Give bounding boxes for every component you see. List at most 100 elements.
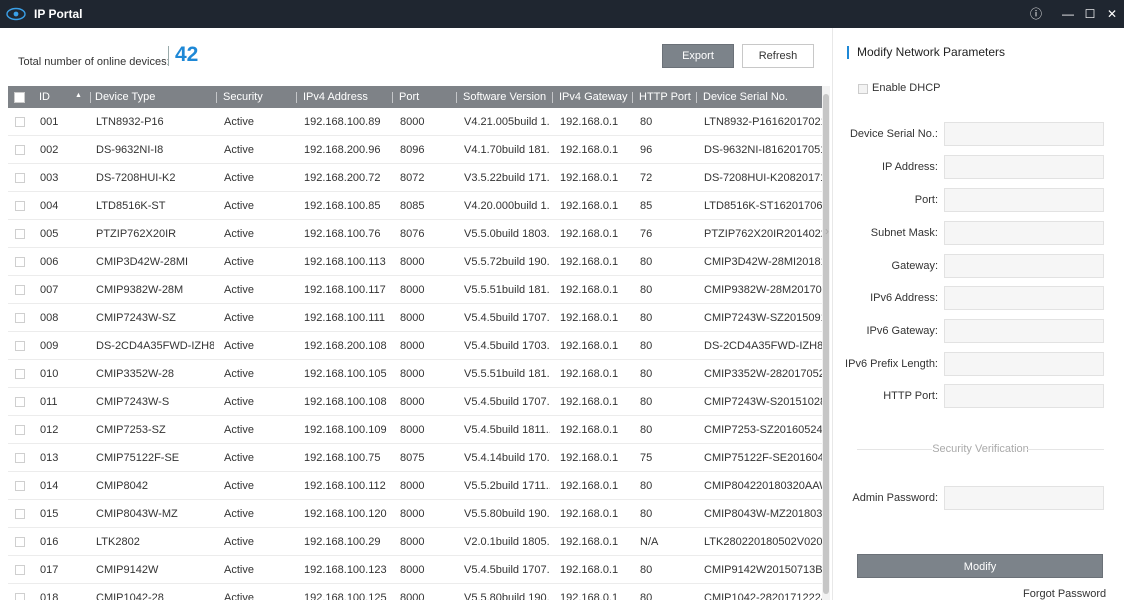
table-row[interactable]: 001 LTN8932-P16 Active 192.168.100.89 8000 V4… [8,108,822,136]
table-row[interactable]: 015 CMIP8043W-MZ Active 192.168.100.120 8000… [8,500,822,528]
cell-software-version: V4.1.70build 181... [464,144,550,156]
column-separator[interactable] [392,92,393,103]
row-checkbox[interactable] [15,145,25,155]
column-header-http-port[interactable]: HTTP Port [639,86,691,108]
row-checkbox[interactable] [15,537,25,547]
table-row[interactable]: 016 LTK2802 Active 192.168.100.29 8000 V2.0.1… [8,528,822,556]
cell-http-port: 80 [640,508,653,520]
cell-device-serial-no: CMIP804220180320AAWR [704,480,822,492]
column-header-id[interactable]: ID [39,86,50,108]
row-checkbox[interactable] [15,257,25,267]
cell-ipv4-gateway: 192.168.0.1 [560,592,619,600]
row-checkbox[interactable] [15,201,25,211]
export-button[interactable]: Export [662,44,734,68]
table-body: 001 LTN8932-P16 Active 192.168.100.89 8000 V4… [8,108,822,600]
table-row[interactable]: 012 CMIP7253-SZ Active 192.168.100.109 8000 V… [8,416,822,444]
column-separator[interactable] [90,92,91,103]
column-header-ipv4-gateway[interactable]: IPv4 Gateway [559,86,627,108]
port-field[interactable] [944,188,1104,212]
cell-port: 8096 [400,144,425,156]
ipv6-prefix-length-field[interactable] [944,352,1104,376]
row-checkbox[interactable] [15,117,25,127]
row-checkbox[interactable] [15,425,25,435]
scrollbar-thumb[interactable] [823,94,829,594]
table-row[interactable]: 006 CMIP3D42W-28MI Active 192.168.100.113 80… [8,248,822,276]
table-row[interactable]: 004 LTD8516K-ST Active 192.168.100.85 8085 V4… [8,192,822,220]
cell-port: 8075 [400,452,425,464]
ip-address-field[interactable] [944,155,1104,179]
info-icon[interactable]: ⓘ [1028,6,1044,22]
column-header-ipv4-address[interactable]: IPv4 Address [303,86,368,108]
cell-device-type: CMIP75122F-SE [96,452,180,464]
cell-port: 8072 [400,172,425,184]
ipv6-address-field[interactable] [944,286,1104,310]
cell-ipv4-address: 192.168.100.105 [304,368,387,380]
row-checkbox[interactable] [15,313,25,323]
enable-dhcp-checkbox[interactable] [858,84,868,94]
row-checkbox[interactable] [15,229,25,239]
minimize-icon[interactable]: — [1060,6,1076,22]
table-row[interactable]: 017 CMIP9142W Active 192.168.100.123 8000 V5.… [8,556,822,584]
table-row[interactable]: 011 CMIP7243W-S Active 192.168.100.108 8000 V… [8,388,822,416]
modify-button[interactable]: Modify [857,554,1103,578]
cell-ipv4-gateway: 192.168.0.1 [560,312,619,324]
table-row[interactable]: 007 CMIP9382W-28M Active 192.168.100.117 800… [8,276,822,304]
table-row[interactable]: 002 DS-9632NI-I8 Active 192.168.200.96 8096 V… [8,136,822,164]
row-checkbox[interactable] [15,285,25,295]
cell-http-port: 80 [640,116,653,128]
table-row[interactable]: 014 CMIP8042 Active 192.168.100.112 8000 V5.5… [8,472,822,500]
row-checkbox[interactable] [15,173,25,183]
table-row[interactable]: 018 CMIP1042-28 Active 192.168.100.125 8000 V… [8,584,822,600]
subnet-mask-field[interactable] [944,221,1104,245]
row-checkbox[interactable] [15,397,25,407]
cell-device-serial-no: CMIP9382W-28M2017070 [704,284,822,296]
row-checkbox[interactable] [15,481,25,491]
cell-device-type: CMIP1042-28 [96,592,164,600]
column-header-port[interactable]: Port [399,86,419,108]
gateway-field[interactable] [944,254,1104,278]
cell-id: 017 [40,564,59,576]
maximize-icon[interactable]: ☐ [1082,6,1098,22]
admin-password-field[interactable] [944,486,1104,510]
row-checkbox[interactable] [15,369,25,379]
ipv6-gateway-field[interactable] [944,319,1104,343]
close-icon[interactable]: ✕ [1104,6,1120,22]
subnet-mask-label: Subnet Mask: [870,227,938,239]
column-header-security[interactable]: Security [223,86,263,108]
row-checkbox[interactable] [15,565,25,575]
cell-device-serial-no: CMIP7243W-SZ20150910E [704,312,822,324]
column-separator[interactable] [696,92,697,103]
column-header-software-version[interactable]: Software Version [463,86,546,108]
table-scrollbar[interactable] [822,86,830,600]
cell-port: 8000 [400,368,425,380]
table-row[interactable]: 005 PTZIP762X20IR Active 192.168.100.76 8076… [8,220,822,248]
column-separator[interactable] [216,92,217,103]
column-separator[interactable] [632,92,633,103]
cell-port: 8000 [400,396,425,408]
row-checkbox[interactable] [15,341,25,351]
table-row[interactable]: 009 DS-2CD4A35FWD-IZH8 Active 192.168.200.1… [8,332,822,360]
column-header-device-type[interactable]: Device Type [95,86,155,108]
cell-device-type: CMIP7253-SZ [96,424,166,436]
cell-port: 8000 [400,508,425,520]
cell-ipv4-gateway: 192.168.0.1 [560,284,619,296]
table-row[interactable]: 010 CMIP3352W-28 Active 192.168.100.105 8000… [8,360,822,388]
row-checkbox[interactable] [15,509,25,519]
table-row[interactable]: 013 CMIP75122F-SE Active 192.168.100.75 8075… [8,444,822,472]
row-checkbox[interactable] [15,593,25,600]
refresh-button[interactable]: Refresh [742,44,814,68]
cell-device-serial-no: CMIP3D42W-28MI2018121 [704,256,822,268]
cell-device-serial-no: CMIP7253-SZ20160524BB [704,424,822,436]
collapse-panel-icon[interactable]: › [822,218,832,244]
table-row[interactable]: 008 CMIP7243W-SZ Active 192.168.100.111 8000… [8,304,822,332]
device-serial-field[interactable] [944,122,1104,146]
select-all-checkbox[interactable] [14,92,25,103]
http-port-field[interactable] [944,384,1104,408]
row-checkbox[interactable] [15,453,25,463]
table-row[interactable]: 003 DS-7208HUI-K2 Active 192.168.200.72 8072… [8,164,822,192]
column-separator[interactable] [456,92,457,103]
column-separator[interactable] [552,92,553,103]
forgot-password-link[interactable]: Forgot Password [1023,588,1106,600]
column-separator[interactable] [296,92,297,103]
column-header-device-serial-no[interactable]: Device Serial No. [703,86,788,108]
